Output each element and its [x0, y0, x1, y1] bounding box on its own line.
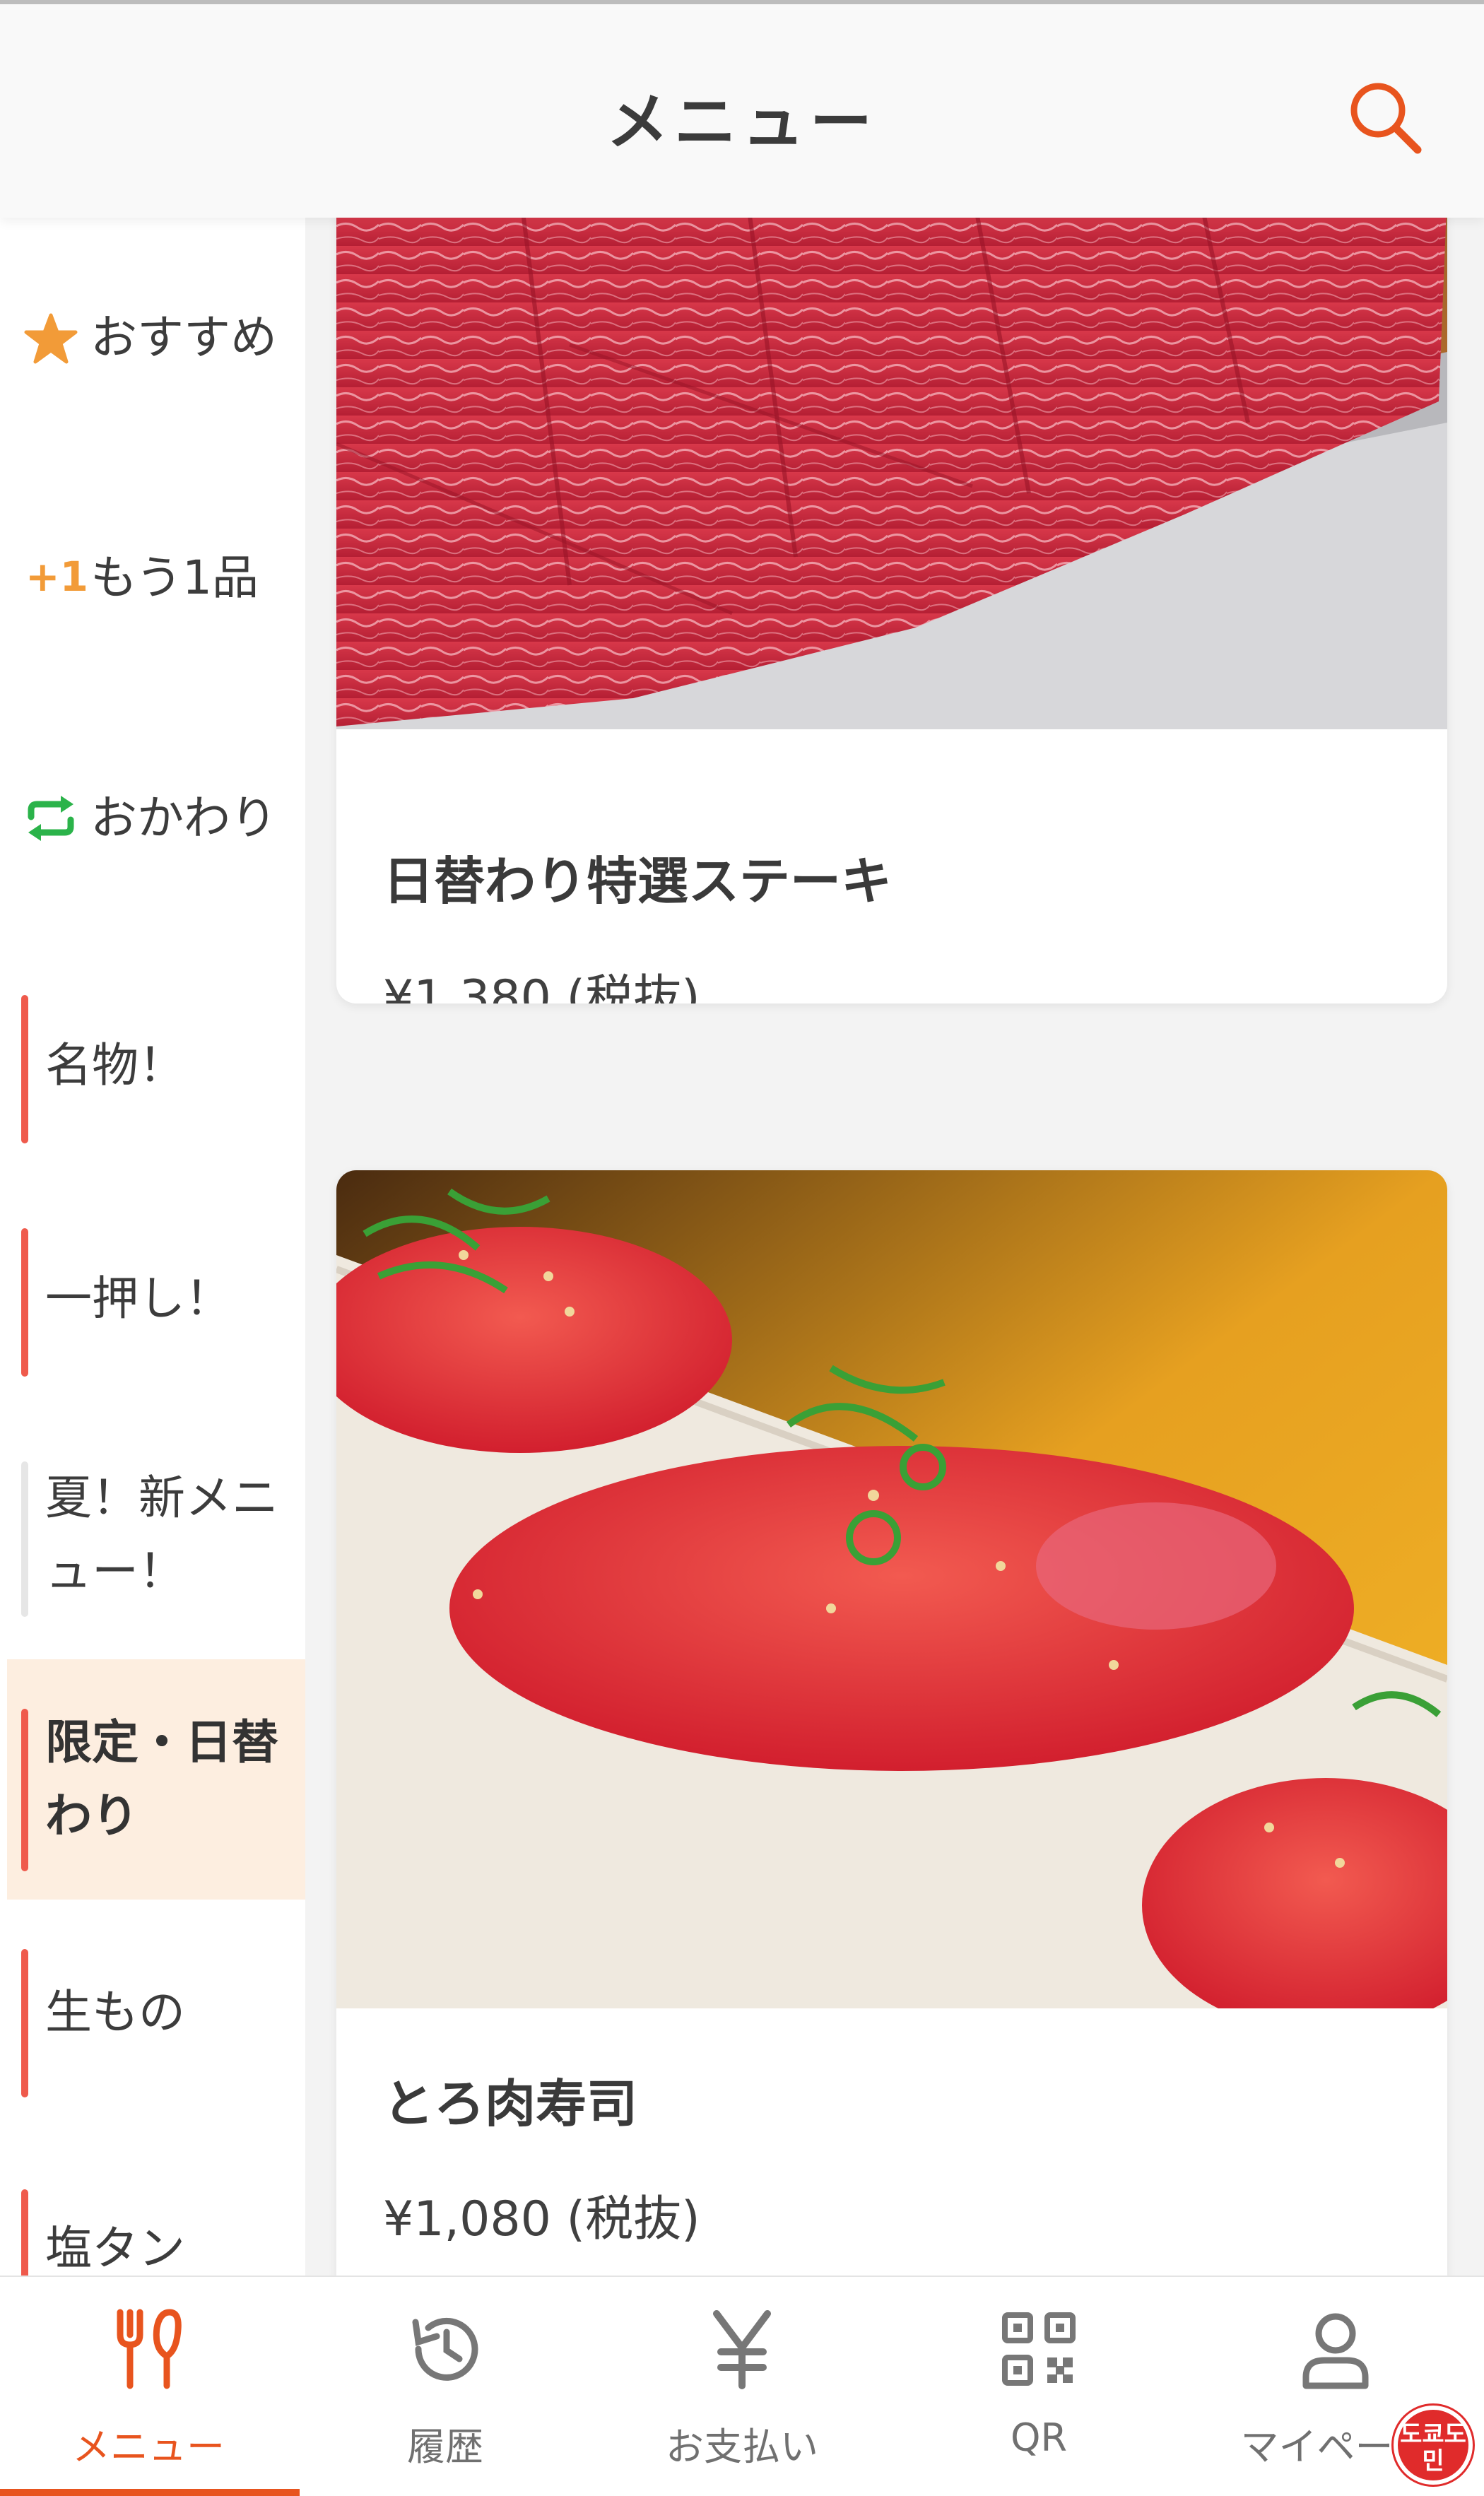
category-item-namamono[interactable]: 生もの — [0, 1900, 305, 2140]
nav-label: メニュー — [72, 2425, 225, 2469]
category-label: 塩タン — [45, 2221, 185, 2276]
category-item-osusume[interactable]: おすすめ — [0, 218, 305, 458]
menu-item-price: ¥1,380 (税抜) — [383, 970, 700, 1003]
active-tab-indicator — [0, 2489, 300, 2496]
category-indicator — [21, 995, 28, 1143]
menu-list: 日替わり特選ステーキ ¥1,380 (税抜) とろ肉寿司 ¥1,080 (税抜) — [305, 218, 1484, 2276]
nav-label: お支払い — [666, 2425, 818, 2469]
category-label: 限定・日替わり — [45, 1715, 278, 1843]
menu-item-card[interactable]: 日替わり特選ステーキ ¥1,380 (税抜) — [336, 218, 1447, 1003]
category-indicator — [21, 1949, 28, 2097]
menu-item-price: ¥1,080 (税抜) — [383, 2191, 700, 2247]
category-label: おすすめ — [90, 310, 277, 365]
plus-one-icon: +1 — [25, 553, 88, 601]
steak-image — [336, 218, 1447, 729]
category-label: 一押し！ — [45, 1271, 232, 1326]
nav-tab-payment[interactable]: お支払い — [594, 2277, 890, 2496]
app-header: メニュー — [0, 0, 1484, 218]
nav-label: QR — [1010, 2415, 1068, 2460]
nav-tab-qr[interactable]: QR — [890, 2277, 1187, 2496]
sushi-image — [336, 1170, 1447, 2008]
menu-item-card[interactable]: とろ肉寿司 ¥1,080 (税抜) — [336, 1170, 1447, 2276]
refresh-icon — [28, 796, 74, 841]
menu-screen: メニュー おすすめ +1 もう1品 おかわり 名物！ 一押し！ 夏！新メニュー！… — [0, 0, 1484, 2496]
menu-item-name: 日替わり特選ステーキ — [383, 852, 893, 911]
category-item-gentei-higawari[interactable]: 限定・日替わり — [7, 1659, 305, 1900]
search-button[interactable] — [1343, 75, 1427, 160]
history-icon — [412, 2317, 478, 2381]
qr-code-icon — [1002, 2312, 1076, 2386]
bottom-nav: メニュー 履歴 お支払い QR マイページ — [0, 2276, 1484, 2496]
category-item-okawari[interactable]: おかわり — [0, 698, 305, 938]
category-label: 名物！ — [45, 1038, 185, 1093]
category-item-natsu-shin-menu[interactable]: 夏！新メニュー！ — [0, 1419, 305, 1659]
category-label: おかわり — [90, 791, 277, 845]
category-item-meibutsu[interactable]: 名物！ — [0, 938, 305, 1179]
category-sidebar: おすすめ +1 もう1品 おかわり 名物！ 一押し！ 夏！新メニュー！ 限定・日… — [0, 218, 305, 2276]
category-item-ichioshi[interactable]: 一押し！ — [0, 1179, 305, 1419]
category-indicator — [21, 1709, 28, 1871]
search-icon — [1350, 83, 1422, 154]
nav-label: 履歴 — [407, 2425, 483, 2469]
star-icon — [24, 313, 78, 364]
category-indicator — [21, 2189, 28, 2276]
watermark-badge: 도쿄도민 — [1394, 2406, 1473, 2485]
utensils-icon — [117, 2309, 182, 2389]
yen-icon — [713, 2310, 771, 2389]
category-label: もう1品 — [90, 551, 259, 605]
category-indicator — [21, 1461, 28, 1617]
category-label: 生もの — [45, 1985, 185, 2039]
category-indicator — [21, 1228, 28, 1377]
user-icon — [1302, 2313, 1369, 2389]
category-item-mou-ippin[interactable]: +1 もう1品 — [0, 458, 305, 698]
nav-tab-menu[interactable]: メニュー — [0, 2277, 297, 2496]
page-title: メニュー — [606, 86, 878, 158]
category-label: 夏！新メニュー！ — [45, 1471, 278, 1599]
menu-item-name: とろ肉寿司 — [383, 2074, 638, 2133]
nav-tab-history[interactable]: 履歴 — [297, 2277, 594, 2496]
category-item-shio-tan[interactable]: 塩タン — [0, 2140, 305, 2276]
